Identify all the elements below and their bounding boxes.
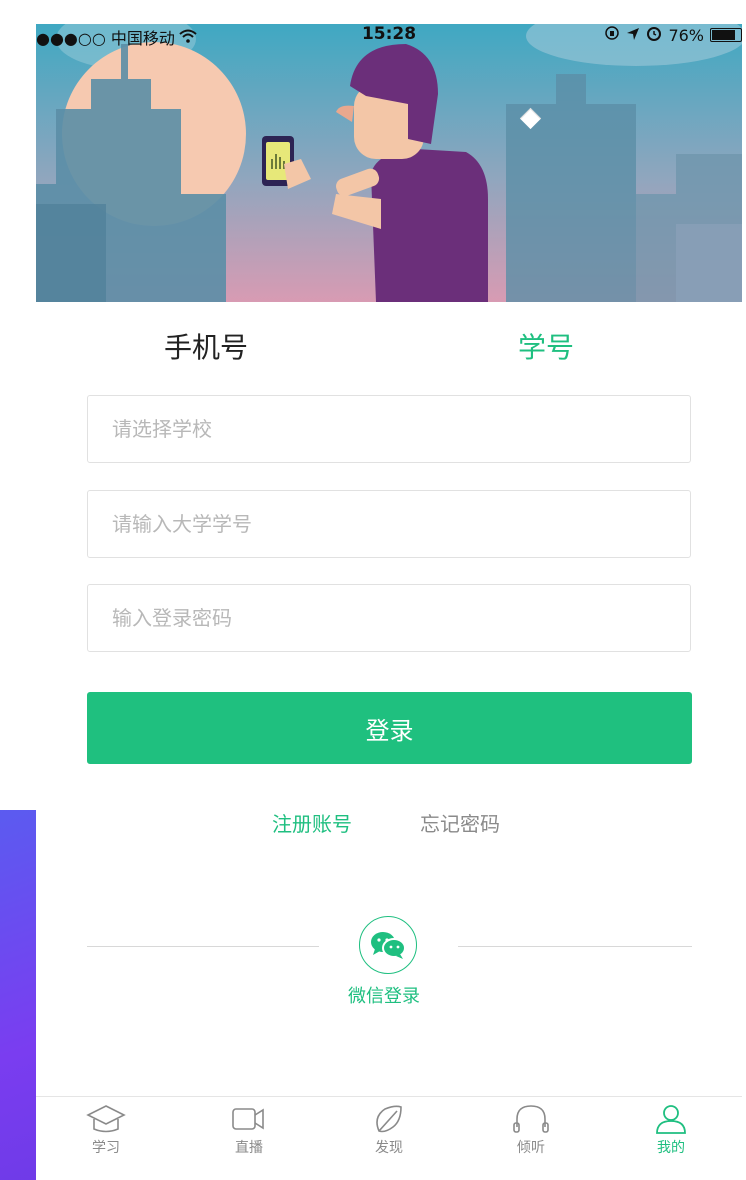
student-id-input[interactable] [88, 491, 690, 557]
status-indicators: 76% [604, 25, 742, 45]
wechat-login-button[interactable] [359, 916, 417, 974]
password-input[interactable] [88, 585, 690, 651]
student-id-field[interactable] [87, 490, 691, 558]
headphones-icon [513, 1105, 549, 1133]
location-icon [626, 26, 640, 45]
nav-label-discover: 发现 [375, 1140, 403, 1156]
forgot-password-link[interactable]: 忘记密码 [420, 808, 500, 837]
password-field[interactable] [87, 584, 691, 652]
alarm-icon [646, 25, 662, 45]
battery-percent: 76% [668, 25, 704, 45]
tab-student-id[interactable]: 学号 [518, 326, 574, 366]
phone-screen: ●●●○○ 中国移动 15:28 76% 手机号 学号 请选择学校 请输入大学学… [36, 24, 742, 1180]
nav-item-study[interactable]: 学习 [61, 1103, 151, 1157]
register-link[interactable]: 注册账号 [272, 808, 352, 837]
battery-icon [710, 28, 742, 42]
divider-right [458, 946, 692, 947]
hero-illustration [36, 24, 742, 302]
tab-phone-number[interactable]: 手机号 [164, 326, 248, 366]
status-bar: ●●●○○ 中国移动 15:28 76% [36, 24, 742, 48]
bottom-tab-bar: 学习 直播 发现 倾听 我的 [36, 1096, 742, 1180]
school-select-input[interactable] [88, 396, 690, 462]
nav-item-live[interactable]: 直播 [204, 1103, 294, 1157]
nav-label-study: 学习 [92, 1140, 120, 1156]
rotation-lock-icon [604, 25, 620, 45]
nav-item-mine[interactable]: 我的 [626, 1103, 716, 1157]
nav-item-discover[interactable]: 发现 [344, 1103, 434, 1157]
graduation-cap-icon [86, 1105, 126, 1133]
person-icon [656, 1105, 686, 1134]
wechat-login-label[interactable]: 微信登录 [348, 982, 420, 1008]
leaf-icon [376, 1105, 402, 1133]
video-camera-icon [232, 1108, 264, 1130]
nav-item-listen[interactable]: 倾听 [486, 1103, 576, 1157]
wechat-icon [371, 932, 406, 959]
nav-label-listen: 倾听 [517, 1140, 545, 1156]
school-select-field[interactable] [87, 395, 691, 463]
nav-label-live: 直播 [235, 1140, 263, 1156]
login-mode-tabs: 手机号 学号 [36, 302, 742, 392]
login-button[interactable]: 登录 [87, 692, 692, 764]
divider-left [87, 946, 319, 947]
nav-label-mine: 我的 [657, 1140, 685, 1156]
